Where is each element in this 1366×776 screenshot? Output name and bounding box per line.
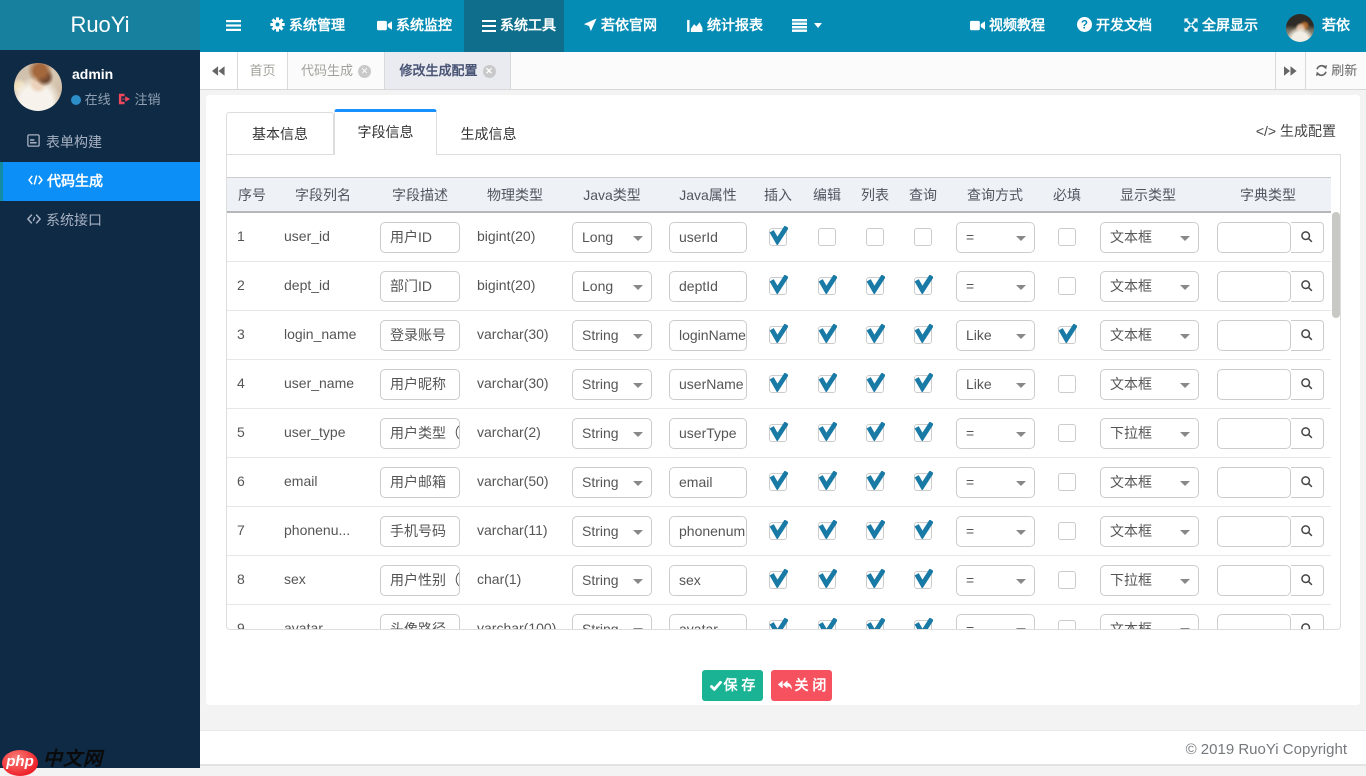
svg-text:?: ?	[1081, 19, 1088, 32]
